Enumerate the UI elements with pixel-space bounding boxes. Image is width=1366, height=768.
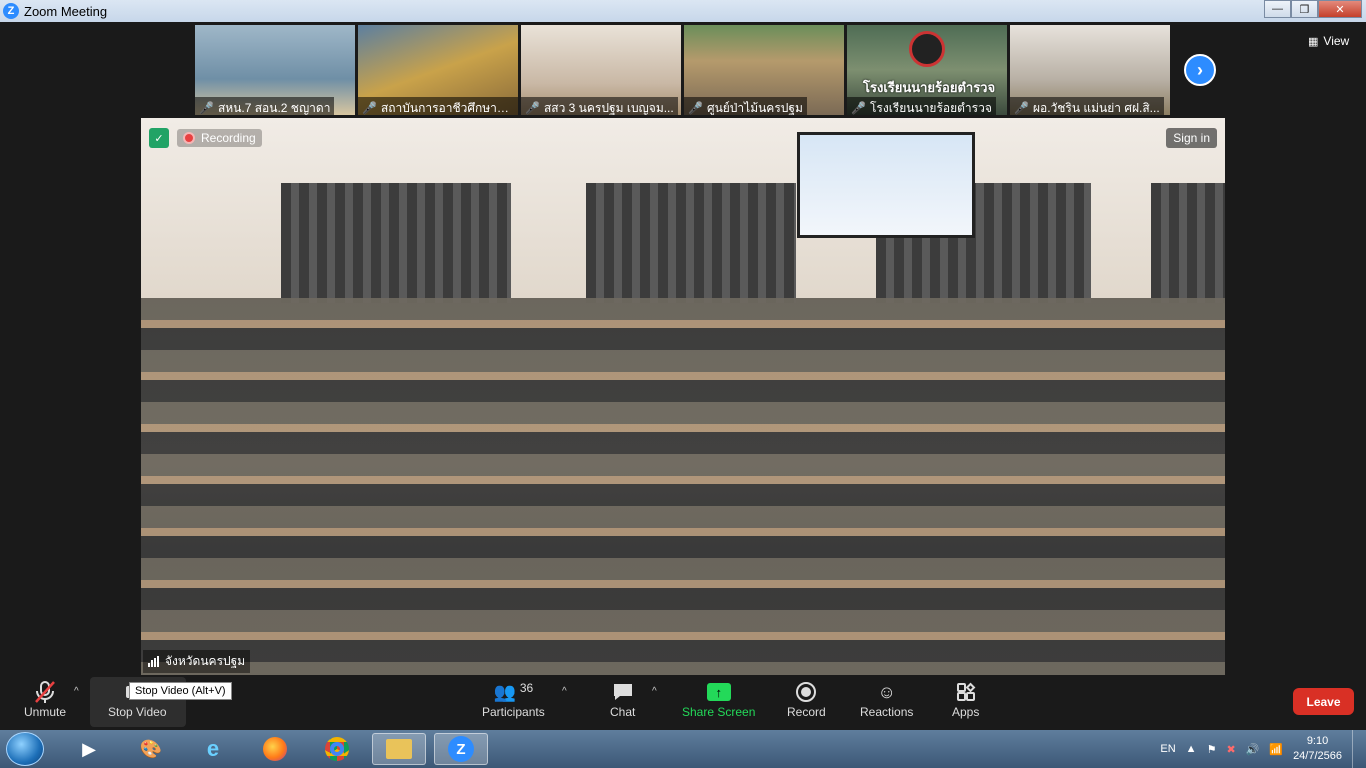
participant-label: 🎤 ศูนย์ป่าไม้นครปฐม xyxy=(684,97,807,115)
mic-muted-icon: 🎤 xyxy=(1014,101,1029,115)
participants-count: 36 xyxy=(519,681,534,695)
reactions-button[interactable]: ☺ Reactions xyxy=(860,679,913,720)
clock-time: 9:10 xyxy=(1306,735,1329,747)
show-desktop-button[interactable] xyxy=(1352,730,1366,768)
participant-label: 🎤 สถาบันการอาชีวศึกษาภ... xyxy=(358,97,518,115)
emblem-icon xyxy=(909,31,945,67)
apps-button[interactable]: Apps xyxy=(952,679,979,719)
participant-label: 🎤 สหน.7 สอน.2 ชญาดา xyxy=(195,97,335,115)
shield-icon[interactable]: ✓ xyxy=(149,128,169,148)
record-dot-icon xyxy=(183,132,195,144)
mic-muted-icon: 🎤 xyxy=(688,101,703,115)
sign-in-button[interactable]: Sign in xyxy=(1166,128,1217,148)
curtain xyxy=(586,183,796,303)
audio-options-caret[interactable]: ^ xyxy=(74,686,79,697)
recording-label: Recording xyxy=(201,131,256,145)
share-arrow-icon: ↑ xyxy=(706,683,731,701)
mic-muted-icon: 🎤 xyxy=(525,101,540,115)
mic-muted-icon: 🎤 xyxy=(851,101,866,115)
share-screen-button[interactable]: ↑ Share Screen xyxy=(682,679,755,719)
chat-options-caret[interactable]: ^ xyxy=(652,686,657,697)
participant-label: 🎤 สสว 3 นครปฐม เบญจม... xyxy=(521,97,678,115)
zoom-logo-icon: Z xyxy=(3,3,19,19)
windows-taskbar: ▶ 🎨 e Z EN ▲ ⚑ ✖ 🔊 📶 9:10 24/7/2566 xyxy=(0,730,1366,768)
zoom-taskbar-icon[interactable]: Z xyxy=(434,733,488,765)
record-button[interactable]: Record xyxy=(787,679,826,719)
projector-screen xyxy=(797,132,975,238)
participant-label: 🎤 โรงเรียนนายร้อยตำรวจ xyxy=(847,97,996,115)
network-alert-icon[interactable]: ✖ xyxy=(1226,743,1235,756)
participant-thumbnail[interactable]: 🎤 ศูนย์ป่าไม้นครปฐม xyxy=(684,25,844,115)
participant-thumbnail[interactable]: โรงเรียนนายร้อยตำรวจ 🎤 โรงเรียนนายร้อยตำร… xyxy=(847,25,1007,115)
signal-bars-icon xyxy=(148,656,159,667)
volume-icon[interactable]: 🔊 xyxy=(1246,743,1260,756)
chevron-right-icon: › xyxy=(1197,59,1203,80)
next-page-button[interactable]: › xyxy=(1184,54,1216,86)
maximize-button[interactable]: ❐ xyxy=(1291,0,1318,18)
title-bar: Z Zoom Meeting — ❐ ✕ xyxy=(0,0,1366,22)
clock[interactable]: 9:10 24/7/2566 xyxy=(1293,734,1342,764)
mic-muted-icon: 🎤 xyxy=(199,101,214,115)
grid-icon: ▦ xyxy=(1308,35,1319,48)
participant-label: 🎤 ผอ.วัชริน แม่นย่า ศฝ.สิ... xyxy=(1010,97,1164,115)
participants-button[interactable]: 👥 36 Participants xyxy=(482,679,545,719)
start-button[interactable] xyxy=(6,732,44,766)
window-controls: — ❐ ✕ xyxy=(1264,0,1362,18)
participant-thumbnail[interactable]: 🎤 ผอ.วัชริน แม่นย่า ศฝ.สิ... xyxy=(1010,25,1170,115)
firefox-icon[interactable] xyxy=(248,733,302,765)
main-video[interactable]: ✓ Recording Sign in จังหวัดนครปฐม xyxy=(141,118,1225,675)
clock-date: 24/7/2566 xyxy=(1293,750,1342,762)
participant-strip: 🎤 สหน.7 สอน.2 ชญาดา 🎤 สถาบันการอาชีวศึกษาภ… xyxy=(0,22,1366,118)
stop-video-tooltip: Stop Video (Alt+V) xyxy=(129,682,232,700)
signal-icon[interactable]: 📶 xyxy=(1269,743,1283,756)
tray-expand-icon[interactable]: ▲ xyxy=(1186,743,1197,755)
leave-button[interactable]: Leave xyxy=(1293,688,1354,715)
smiley-plus-icon: ☺ xyxy=(877,681,896,702)
curtain xyxy=(281,183,511,303)
participant-thumbnail[interactable]: 🎤 สหน.7 สอน.2 ชญาดา xyxy=(195,25,355,115)
language-indicator[interactable]: EN xyxy=(1160,743,1175,755)
chat-bubble-icon xyxy=(612,679,634,705)
recording-badge[interactable]: Recording xyxy=(177,129,262,147)
unmute-button[interactable]: Unmute xyxy=(24,679,66,719)
mic-muted-icon: 🎤 xyxy=(362,101,377,115)
mic-muted-icon xyxy=(34,679,56,705)
participant-thumbnail[interactable]: 🎤 สสว 3 นครปฐม เบญจม... xyxy=(521,25,681,115)
internet-explorer-icon[interactable]: e xyxy=(186,733,240,765)
system-tray: EN ▲ ⚑ ✖ 🔊 📶 9:10 24/7/2566 xyxy=(1160,730,1366,768)
chrome-icon[interactable] xyxy=(310,733,364,765)
recording-indicator: ✓ Recording xyxy=(149,128,262,148)
paint-icon[interactable]: 🎨 xyxy=(124,733,178,765)
window-title: Zoom Meeting xyxy=(24,3,108,19)
apps-icon xyxy=(956,679,976,705)
participant-thumbnail[interactable]: 🎤 สถาบันการอาชีวศึกษาภ... xyxy=(358,25,518,115)
participants-options-caret[interactable]: ^ xyxy=(562,686,567,697)
view-button[interactable]: ▦ View xyxy=(1308,34,1349,48)
thumbnail-overlay-text: โรงเรียนนายร้อยตำรวจ xyxy=(863,80,996,95)
chat-button[interactable]: Chat xyxy=(610,679,635,719)
minimize-button[interactable]: — xyxy=(1264,0,1291,18)
participants-icon: 👥 xyxy=(493,681,516,702)
curtain xyxy=(1151,183,1225,303)
meeting-room-seating xyxy=(141,298,1225,675)
flag-icon[interactable]: ⚑ xyxy=(1207,743,1217,756)
record-icon xyxy=(796,682,817,702)
close-button[interactable]: ✕ xyxy=(1318,0,1362,18)
media-player-icon[interactable]: ▶ xyxy=(62,733,116,765)
speaker-label: จังหวัดนครปฐม xyxy=(143,650,251,673)
file-explorer-icon[interactable] xyxy=(372,733,426,765)
